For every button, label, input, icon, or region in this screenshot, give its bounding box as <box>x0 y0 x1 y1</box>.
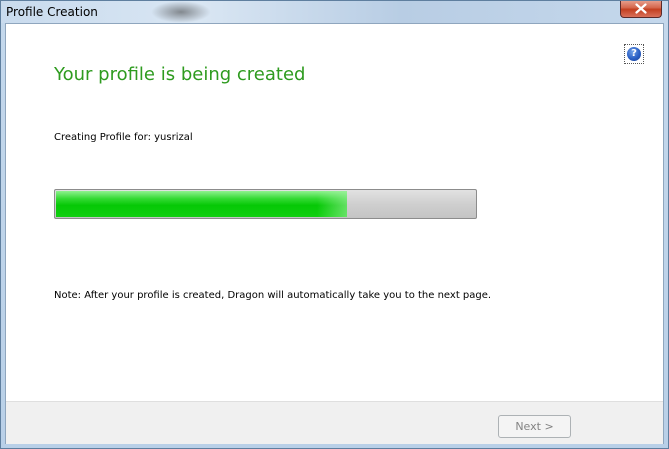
dialog-content: ? Your profile is being created Creating… <box>5 23 664 444</box>
next-button[interactable]: Next > <box>498 415 571 438</box>
help-icon: ? <box>627 47 641 61</box>
help-button[interactable]: ? <box>624 44 644 64</box>
title-bar[interactable]: Profile Creation <box>1 1 668 23</box>
close-button[interactable] <box>620 1 662 18</box>
profile-progress-bar <box>54 189 477 219</box>
creating-profile-label: Creating Profile for: <box>54 132 151 143</box>
page-title: Your profile is being created <box>54 64 306 85</box>
progress-bar-fill <box>56 191 347 217</box>
close-icon <box>635 3 647 14</box>
creating-profile-line: Creating Profile for: yusrizal <box>54 132 193 143</box>
window-title: Profile Creation <box>6 5 98 19</box>
title-bar-decoration <box>151 1 211 23</box>
profile-username: yusrizal <box>154 132 193 143</box>
dialog-footer: Next > <box>6 401 663 444</box>
note-text: Note: After your profile is created, Dra… <box>54 290 492 301</box>
profile-creation-window: Profile Creation ? Your profile is being… <box>0 0 669 449</box>
